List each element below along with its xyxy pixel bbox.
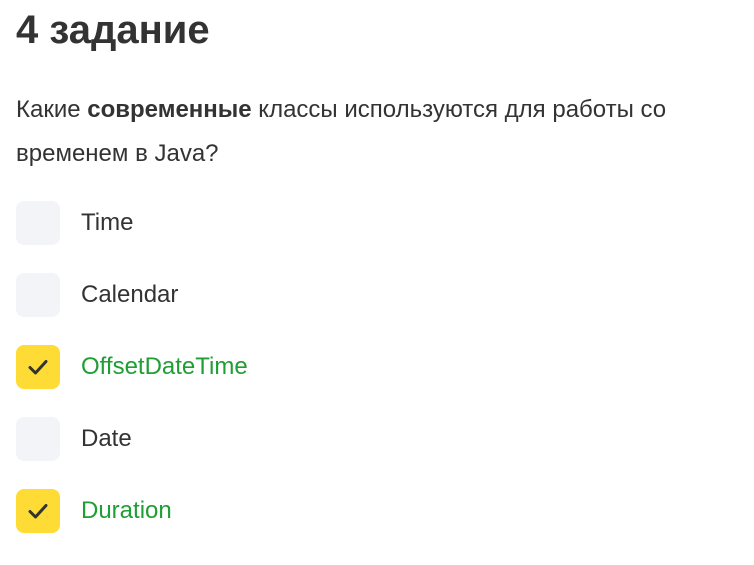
- checkmark-icon: [28, 504, 48, 519]
- checkmark-icon: [28, 360, 48, 375]
- option-offsetdatetime[interactable]: OffsetDateTime: [16, 343, 248, 391]
- option-label: Time: [81, 209, 134, 236]
- option-label: Date: [81, 425, 132, 452]
- option-label: Calendar: [81, 281, 179, 308]
- option-duration[interactable]: Duration: [16, 487, 248, 535]
- task-title: 4 задание: [16, 8, 210, 52]
- question-emphasis: современные: [87, 96, 252, 123]
- option-date[interactable]: Date: [16, 415, 248, 463]
- option-label: OffsetDateTime: [81, 353, 248, 380]
- question-text-start: Какие: [16, 96, 88, 123]
- option-time[interactable]: Time: [16, 199, 248, 247]
- option-label: Duration: [81, 497, 172, 524]
- question-text: Какие современные классы используются дл…: [16, 88, 754, 176]
- option-calendar[interactable]: Calendar: [16, 271, 248, 319]
- answer-options: Time Calendar OffsetDateTime Date Durati…: [16, 199, 248, 559]
- option-checkbox[interactable]: [16, 201, 60, 245]
- option-checkbox[interactable]: [16, 489, 60, 533]
- option-checkbox[interactable]: [16, 273, 60, 317]
- option-checkbox[interactable]: [16, 345, 60, 389]
- option-checkbox[interactable]: [16, 417, 60, 461]
